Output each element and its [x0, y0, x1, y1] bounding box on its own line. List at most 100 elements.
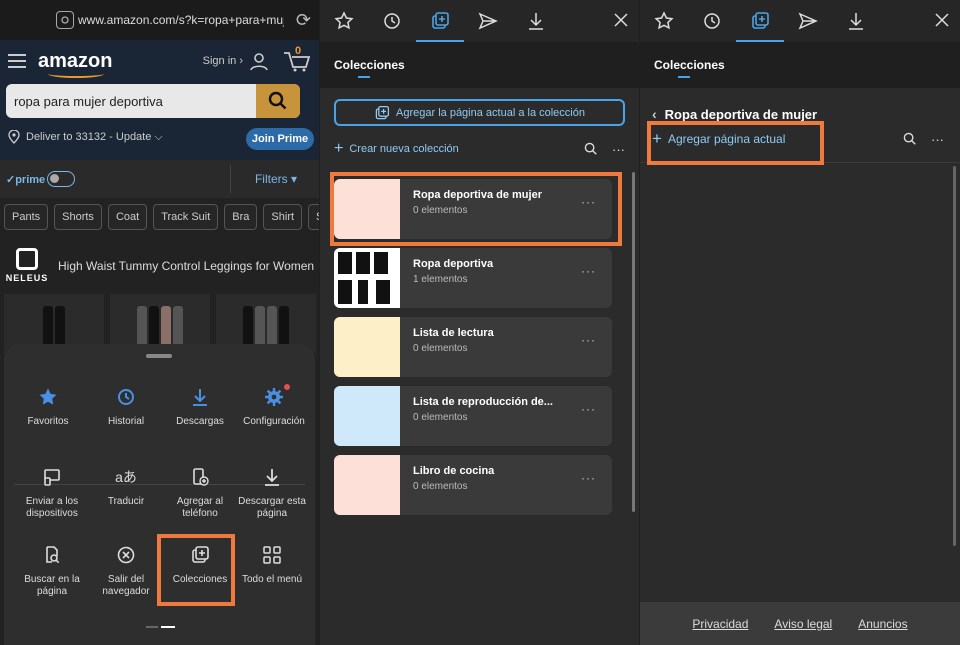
prime-label: ✓prime	[6, 173, 46, 186]
downloads-tab[interactable]	[832, 0, 880, 42]
more-icon[interactable]: ···	[581, 333, 596, 347]
sign-in-link[interactable]: Sign in ›	[203, 55, 243, 67]
user-icon[interactable]	[249, 51, 269, 71]
chip-shirt[interactable]: Shirt	[263, 204, 303, 230]
privacy-link[interactable]: Privacidad	[692, 617, 748, 631]
hamburger-icon[interactable]	[8, 54, 26, 68]
chevron-left-icon[interactable]: ‹	[652, 106, 657, 122]
filter-row: ✓prime Filters ▾	[0, 160, 319, 198]
collection-card[interactable]: Lista de reproducción de... 0 elementos ·…	[334, 386, 612, 446]
star-icon	[10, 386, 86, 408]
add-current-page-button[interactable]: Agregar la página actual a la colección	[334, 99, 625, 126]
menu-todo-el-menu[interactable]: Todo el menú	[234, 544, 310, 586]
collections-icon	[432, 12, 449, 29]
search-button[interactable]	[256, 84, 300, 118]
prime-toggle[interactable]	[47, 171, 76, 187]
grid-icon	[234, 544, 310, 566]
brand-logo: NELEUS	[4, 248, 50, 283]
history-tab[interactable]	[688, 0, 736, 42]
search-icon[interactable]	[903, 132, 917, 146]
collections-header: Colecciones	[640, 42, 960, 88]
close-icon[interactable]	[932, 10, 952, 35]
menu-enviar-dispositivos[interactable]: Enviar a los dispositivos	[14, 466, 90, 520]
collection-title-row[interactable]: ‹ Ropa deportiva de mujer	[652, 106, 817, 122]
favorites-tab[interactable]	[320, 0, 368, 42]
deliver-location[interactable]: Deliver to 33132 - Update ⌵	[8, 130, 163, 144]
chip-bra[interactable]: Bra	[224, 204, 258, 230]
favorites-tab[interactable]	[640, 0, 688, 42]
sheet-handle[interactable]	[146, 354, 172, 358]
send-icon	[798, 12, 818, 30]
menu-descargas[interactable]: Descargas	[162, 386, 238, 428]
collection-swatch	[334, 386, 400, 446]
chip-coat[interactable]: Coat	[107, 204, 148, 230]
product-title[interactable]: High Waist Tummy Control Leggings for Wo…	[58, 259, 314, 273]
filters-button[interactable]: Filters ▾	[229, 165, 297, 193]
share-tab[interactable]	[784, 0, 832, 42]
collection-swatch	[334, 455, 400, 515]
highlight-collection-card	[330, 172, 622, 246]
menu-descargar-pagina[interactable]: Descargar esta página	[234, 466, 310, 520]
address-bar[interactable]: www.amazon.com/s?k=ropa+para+muj ⟳	[0, 0, 319, 40]
cart-button[interactable]: 0	[283, 45, 311, 73]
collections-header: Colecciones	[320, 42, 639, 88]
downloads-tab[interactable]	[512, 0, 560, 42]
collection-card[interactable]: Libro de cocina 0 elementos ···	[334, 455, 612, 515]
menu-buscar-pagina[interactable]: Buscar en la página	[14, 544, 90, 598]
share-tab[interactable]	[464, 0, 512, 42]
ads-link[interactable]: Anuncios	[858, 617, 907, 631]
search-bar[interactable]: ropa para mujer deportiva	[6, 84, 300, 118]
menu-agregar-telefono[interactable]: Agregar al teléfono	[162, 466, 238, 520]
amazon-logo[interactable]: amazon	[38, 50, 112, 78]
join-prime-button[interactable]: Join Prime	[246, 128, 314, 150]
scrollbar[interactable]	[632, 172, 635, 512]
close-icon[interactable]	[611, 10, 631, 35]
chip-track-suit[interactable]: Track Suit	[153, 204, 219, 230]
sponsored-brand-row[interactable]: NELEUS High Waist Tummy Control Leggings…	[4, 248, 314, 283]
chip-shorts[interactable]: Shorts	[54, 204, 102, 230]
more-icon[interactable]: ···	[931, 132, 944, 147]
location-pin-icon	[8, 130, 20, 144]
more-icon[interactable]: ···	[581, 402, 596, 416]
more-icon[interactable]: ···	[612, 142, 625, 157]
download-icon	[849, 13, 863, 30]
gear-icon	[236, 384, 312, 408]
send-device-icon	[14, 466, 90, 488]
chip-sw[interactable]: Sw	[308, 204, 319, 230]
legal-link[interactable]: Aviso legal	[774, 617, 832, 631]
url-text[interactable]: www.amazon.com/s?k=ropa+para+muj	[78, 13, 284, 27]
search-input[interactable]: ropa para mujer deportiva	[6, 94, 256, 109]
search-icon	[268, 91, 287, 110]
search-icon[interactable]	[584, 142, 598, 156]
deliver-text: Deliver to 33132 - Update ⌵	[26, 130, 163, 143]
collections-tab[interactable]	[736, 0, 784, 42]
menu-configuracion[interactable]: Configuración	[236, 384, 312, 428]
translate-icon: aあ	[115, 469, 137, 485]
history-icon	[704, 13, 720, 29]
new-collection-link[interactable]: Crear nueva colección	[349, 143, 458, 155]
menu-historial[interactable]: Historial	[88, 386, 164, 428]
more-icon[interactable]: ···	[581, 471, 596, 485]
menu-favoritos[interactable]: Favoritos	[10, 386, 86, 428]
add-current-label: Agregar la página actual a la colección	[396, 106, 585, 119]
collections-tab[interactable]	[416, 0, 464, 42]
menu-salir-navegador[interactable]: Salir del navegador	[88, 544, 164, 598]
collection-content-area	[640, 162, 960, 602]
collection-swatch	[334, 317, 400, 377]
collection-card[interactable]: Lista de lectura 0 elementos ···	[334, 317, 612, 377]
plus-icon[interactable]: +	[334, 140, 343, 158]
send-icon	[478, 12, 498, 30]
chip-pants[interactable]: Pants	[4, 204, 49, 230]
highlight-colecciones	[157, 534, 235, 606]
menu-traducir[interactable]: aあ Traducir	[88, 466, 164, 508]
shield-icon[interactable]	[56, 11, 74, 29]
exit-icon	[88, 544, 164, 566]
history-tab[interactable]	[368, 0, 416, 42]
scrollbar[interactable]	[953, 166, 956, 546]
brand-name: NELEUS	[5, 273, 49, 283]
cart-count: 0	[295, 45, 302, 57]
star-outline-icon	[654, 11, 674, 30]
more-icon[interactable]: ···	[581, 264, 596, 278]
collection-card[interactable]: Ropa deportiva 1 elementos ···	[334, 248, 612, 308]
reload-icon[interactable]: ⟳	[296, 10, 311, 31]
